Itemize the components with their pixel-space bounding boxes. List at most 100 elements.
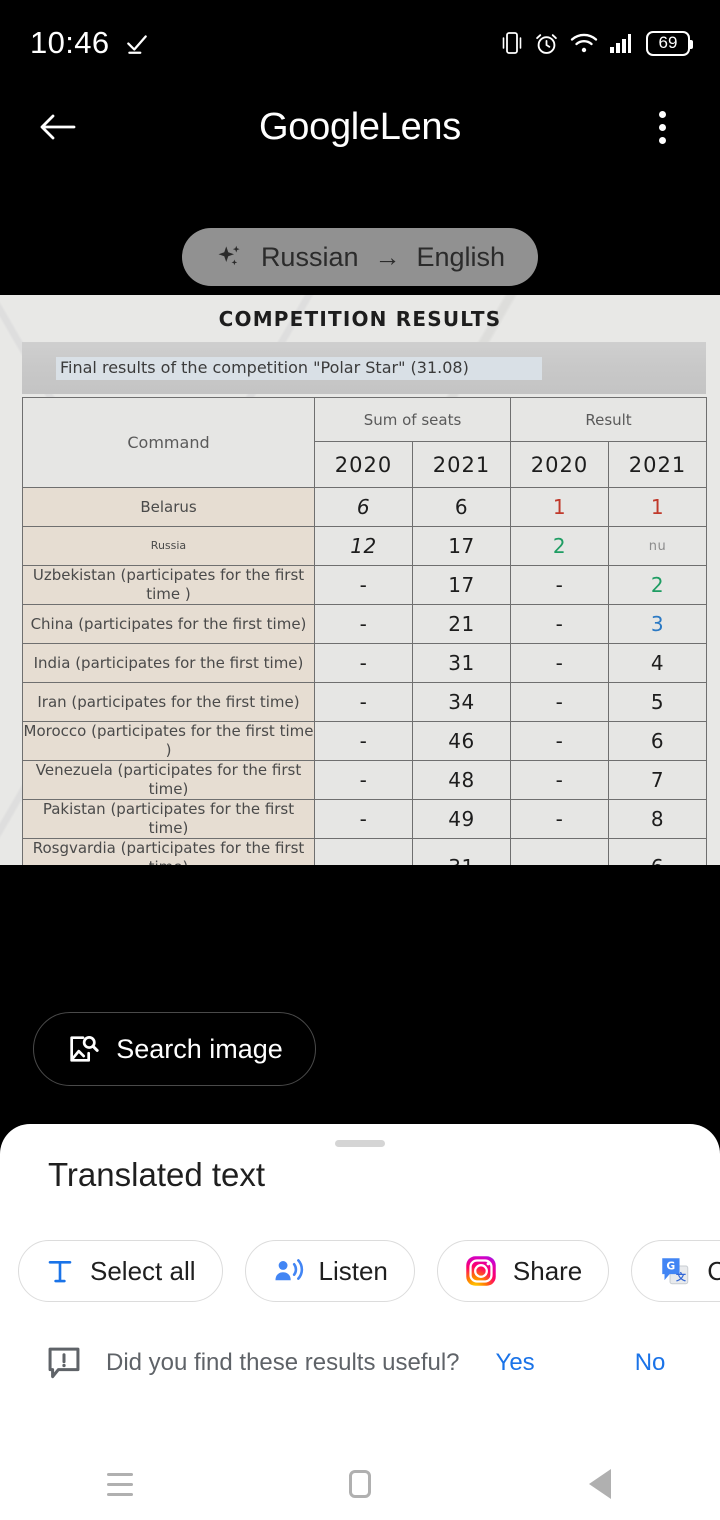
more-vertical-icon: [658, 136, 666, 144]
table-cell-result-2021: 1: [608, 487, 708, 527]
bottom-sheet: Translated text Select all Listen Share …: [0, 1124, 720, 1448]
nav-back-button[interactable]: [555, 1454, 645, 1514]
table-cell-result-2020: -: [510, 721, 610, 761]
table-cell-seats-2020: 6: [314, 487, 413, 527]
header-group-result: Result: [510, 397, 708, 442]
svg-text:文: 文: [676, 1270, 686, 1283]
feedback-row: Did you find these results useful? Yes N…: [44, 1344, 704, 1382]
table-cell-result-2020: -: [510, 643, 610, 683]
chip-copy-translate[interactable]: G 文 C: [631, 1240, 720, 1302]
table-cell-result-2021: 3: [608, 604, 708, 644]
status-time: 10:46: [30, 25, 110, 60]
more-vertical-icon: [658, 123, 666, 131]
sheet-drag-handle[interactable]: [335, 1140, 385, 1147]
table-cell-result-2020: -: [510, 799, 610, 839]
chip-listen[interactable]: Listen: [244, 1240, 415, 1302]
table-cell-command: Venezuela (participates for the first ti…: [22, 760, 315, 800]
table-cell-result-2021: 4: [608, 643, 708, 683]
table-cell-seats-2020: -: [314, 643, 413, 683]
system-navigation-bar: [0, 1448, 720, 1520]
table-head: Command Sum of seats Result 2020 2021 20…: [22, 397, 708, 488]
chip-label: Select all: [90, 1255, 196, 1286]
instagram-share-icon: [466, 1256, 496, 1286]
results-table: Command Sum of seats Result 2020 2021 20…: [22, 397, 708, 865]
table-cell-seats-2020: -: [314, 604, 413, 644]
search-image-button[interactable]: Search image: [33, 1012, 316, 1086]
image-search-icon: [70, 1036, 99, 1062]
table-cell-seats-2020: -: [314, 682, 413, 722]
table-row: Russia 12 17 2 nu: [22, 526, 708, 566]
table-cell-seats-2021: 31: [411, 837, 512, 865]
table-header-row-groups: Command Sum of seats Result: [22, 397, 708, 488]
table-row: Venezuela (participates for the first ti…: [22, 760, 708, 800]
scanned-document-area[interactable]: COMPETITION RESULTS Final results of the…: [0, 295, 720, 865]
table-cell-command: India (participates for the first time): [22, 643, 315, 683]
status-bar-left: 10:46: [30, 25, 150, 61]
table-row: India (participates for the first time) -…: [22, 643, 708, 683]
table-cell-result-2020: 1: [510, 487, 610, 527]
table-cell-result-2020: -: [510, 837, 610, 865]
table-cell-result-2021: 6: [608, 837, 708, 865]
wifi-icon: [570, 33, 598, 53]
table-cell-seats-2020: -: [314, 837, 413, 865]
table-cell-result-2021: 8: [608, 799, 708, 839]
chip-label: Listen: [318, 1255, 388, 1286]
table-cell-seats-2021: 6: [411, 487, 512, 527]
table-cell-seats-2020: -: [314, 799, 413, 839]
nav-recents-button[interactable]: [75, 1454, 165, 1514]
table-cell-result-2020: -: [510, 760, 610, 800]
target-language-label: English: [416, 241, 506, 272]
table-cell-command: Belarus: [22, 487, 315, 527]
feedback-no-button[interactable]: No: [635, 1349, 666, 1377]
table-cell-result-2021: 2: [608, 565, 708, 605]
home-icon: [349, 1470, 371, 1498]
check-icon: [126, 35, 147, 54]
text-select-icon: [48, 1260, 72, 1283]
vibrate-icon: [502, 32, 522, 54]
table-row: Pakistan (participates for the first tim…: [22, 799, 708, 839]
table-cell-result-2021: nu: [608, 526, 708, 566]
header-command: Command: [22, 397, 315, 488]
table-body: Belarus 6 6 1 1 Russia 12 17 2 nu Uzbekistan (part…: [22, 487, 708, 865]
chip-label: Share: [512, 1255, 583, 1286]
back-button[interactable]: [30, 99, 86, 155]
language-arrow-icon: →: [374, 241, 401, 272]
header-year-result-2021: 2021: [608, 441, 708, 488]
nav-home-button[interactable]: [315, 1454, 405, 1514]
cellular-signal-icon: [610, 34, 631, 53]
table-cell-seats-2020: 12: [314, 526, 413, 566]
table-cell-seats-2020: -: [314, 721, 413, 761]
screen-root: 10:46 69 GoogleLens Russian → English CO…: [0, 0, 720, 1520]
listen-speaker-icon: [274, 1259, 303, 1281]
header-year-seats-2020: 2020: [314, 441, 413, 488]
table-cell-command: Iran (participates for the first time): [22, 682, 315, 722]
sparkle-icon: [218, 245, 240, 266]
feedback-question: Did you find these results useful?: [106, 1349, 460, 1376]
table-cell-seats-2021: 49: [411, 799, 512, 839]
header-group-sum-of-seats: Sum of seats: [313, 397, 512, 442]
table-cell-command: China (participates for the first time): [22, 604, 315, 644]
table-cell-seats-2021: 31: [411, 643, 512, 683]
chip-select-all[interactable]: Select all: [18, 1240, 223, 1302]
chip-label: C: [707, 1255, 720, 1286]
language-pair-chip[interactable]: Russian → English: [182, 228, 538, 286]
table-row: Morocco (participates for the first time…: [22, 721, 708, 761]
table-cell-seats-2021: 17: [411, 526, 512, 566]
document-caption: Final results of the competition "Polar …: [60, 358, 469, 377]
table-cell-result-2020: -: [510, 682, 610, 722]
table-cell-command: Russia: [22, 526, 315, 566]
table-cell-result-2020: 2: [510, 526, 610, 566]
table-cell-result-2020: -: [510, 604, 610, 644]
sheet-title: Translated text: [48, 1156, 266, 1193]
feedback-yes-button[interactable]: Yes: [496, 1349, 535, 1377]
table-cell-seats-2021: 21: [411, 604, 512, 644]
table-cell-seats-2020: -: [314, 760, 413, 800]
google-translate-icon: G 文: [662, 1258, 689, 1285]
overflow-menu-button[interactable]: [634, 99, 690, 155]
table-cell-seats-2021: 48: [411, 760, 512, 800]
recents-icon: [107, 1472, 133, 1496]
table-cell-command: Uzbekistan (participates for the first t…: [22, 565, 315, 605]
chip-share[interactable]: Share: [436, 1240, 610, 1302]
table-cell-seats-2021: 34: [411, 682, 512, 722]
battery-indicator: 69: [646, 30, 693, 56]
